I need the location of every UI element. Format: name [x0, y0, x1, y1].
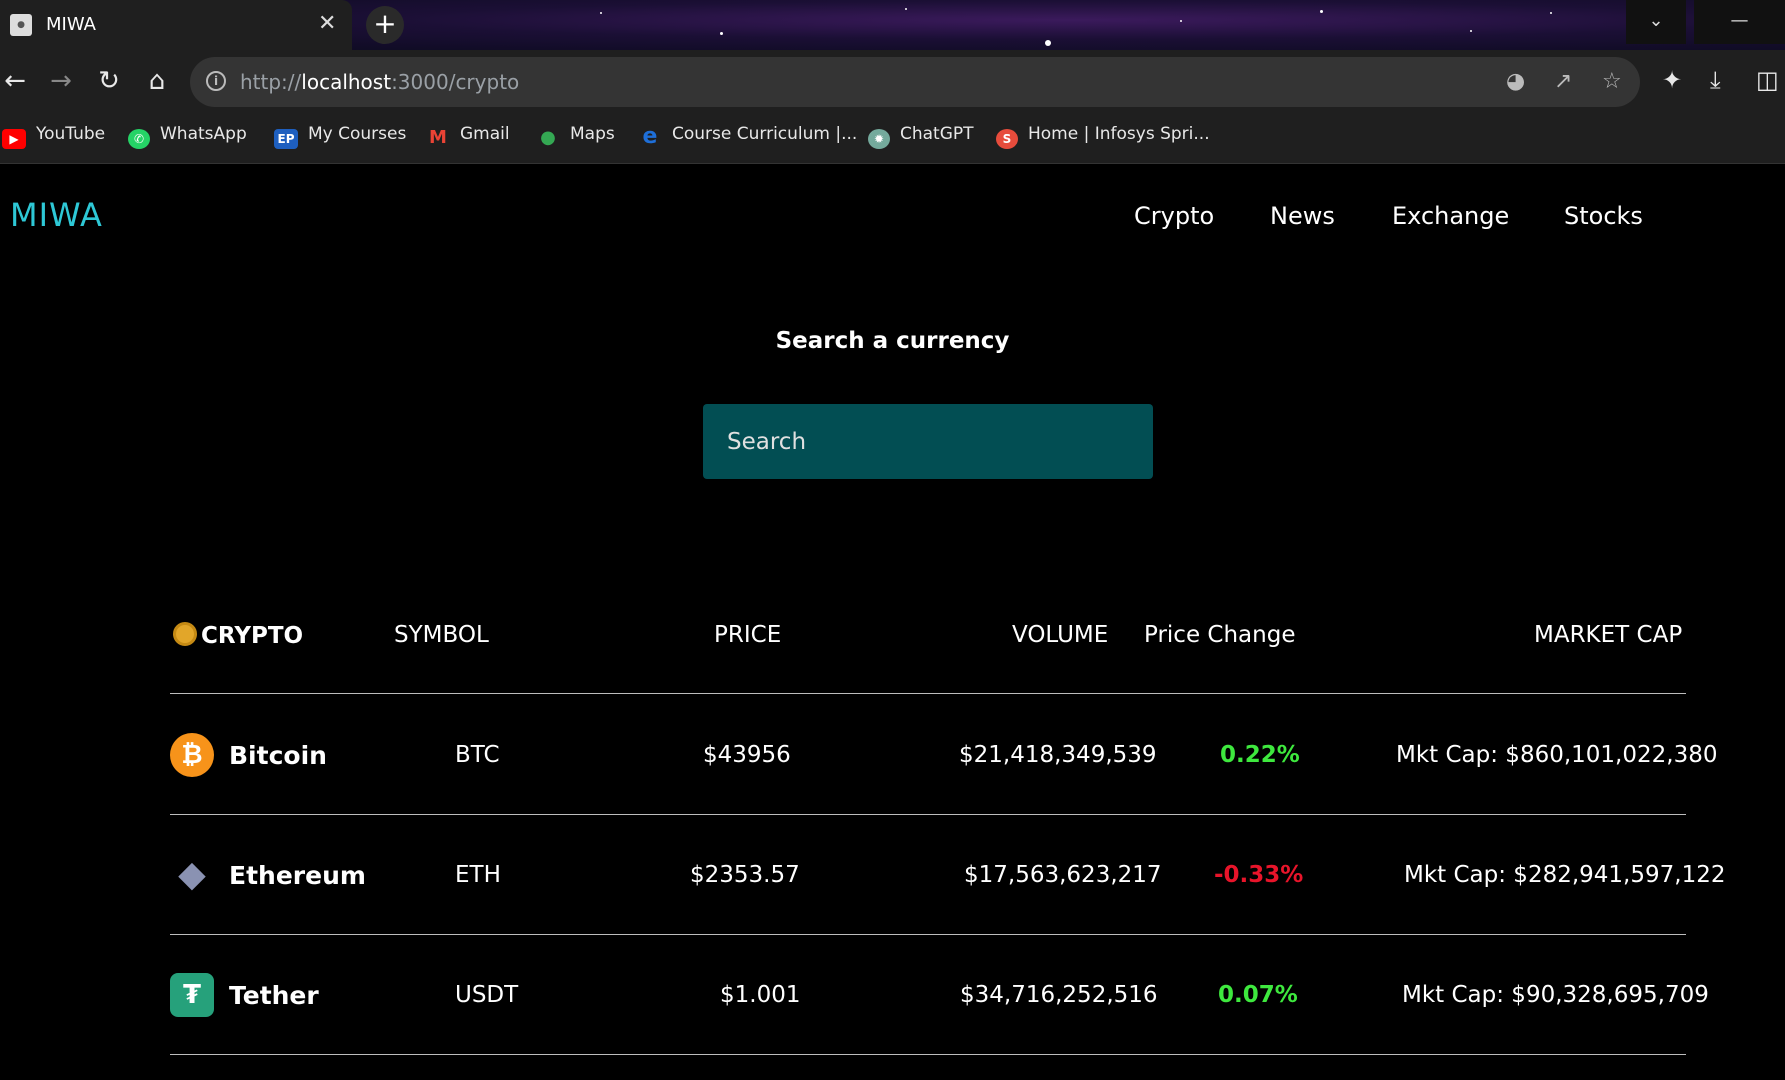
- coin-price: $2353.57: [690, 862, 800, 888]
- bitcoin-icon: ₿: [170, 733, 214, 777]
- coin-market-cap: Mkt Cap: $860,101,022,380: [1396, 742, 1718, 768]
- bookmark-infosys[interactable]: S Home | Infosys Spri...: [996, 124, 1210, 149]
- favicon-icon: ●: [10, 14, 32, 36]
- nav-crypto[interactable]: Crypto: [1134, 202, 1214, 230]
- info-icon[interactable]: i: [206, 71, 226, 91]
- row-divider: [170, 1054, 1686, 1055]
- e-icon: e: [642, 124, 658, 149]
- coin-price: $43956: [703, 742, 791, 768]
- tab-strip: ● MIWA ✕ + ⌄ —: [0, 0, 1785, 50]
- bookmark-chatgpt[interactable]: ✹ ChatGPT: [868, 124, 974, 149]
- coin-change: 0.22%: [1220, 742, 1300, 768]
- header-price[interactable]: PRICE: [714, 622, 781, 648]
- coin-name: Ethereum: [229, 861, 366, 890]
- bookmark-whatsapp[interactable]: ✆ WhatsApp: [128, 124, 247, 149]
- app-logo[interactable]: MIWA: [10, 196, 103, 234]
- coin-name: Tether: [229, 981, 319, 1010]
- chrome-divider: [0, 163, 1785, 164]
- maps-icon: ●: [540, 127, 556, 148]
- table-row[interactable]: ◆ Ethereum ETH $2353.57 $17,563,623,217 …: [0, 853, 1785, 973]
- share-icon[interactable]: ↗: [1554, 69, 1572, 94]
- coin-change: 0.07%: [1218, 982, 1298, 1008]
- coin-volume: $17,563,623,217: [964, 862, 1162, 888]
- nav-exchange[interactable]: Exchange: [1392, 202, 1509, 230]
- coin-change: -0.33%: [1214, 862, 1304, 888]
- star-icon[interactable]: ☆: [1602, 69, 1622, 94]
- tab-search-icon[interactable]: ⌄: [1626, 0, 1686, 44]
- coin-volume: $34,716,252,516: [960, 982, 1158, 1008]
- reload-icon[interactable]: ↻: [94, 66, 124, 96]
- header-volume[interactable]: VOLUME: [1012, 622, 1108, 648]
- table-row[interactable]: ₮ Tether USDT $1.001 $34,716,252,516 0.0…: [0, 973, 1785, 1080]
- browser-tab[interactable]: ● MIWA ✕: [0, 0, 352, 50]
- bookmark-maps[interactable]: ● Maps: [536, 124, 615, 148]
- table-divider: [170, 693, 1686, 694]
- address-bar[interactable]: i http://localhost:3000/crypto ◕ ↗ ☆: [190, 57, 1640, 107]
- header-market-cap[interactable]: MARKET CAP: [1534, 622, 1682, 648]
- header-symbol[interactable]: SYMBOL: [394, 622, 489, 648]
- coin-market-cap: Mkt Cap: $282,941,597,122: [1404, 862, 1726, 888]
- coin-symbol: ETH: [455, 862, 501, 888]
- bookmarks-bar: ▶ YouTube ✆ WhatsApp EP My Courses M Gmail ●…: [0, 112, 1785, 158]
- table-row[interactable]: ₿ Bitcoin BTC $43956 $21,418,349,539 0.2…: [0, 733, 1785, 853]
- bookmark-gmail[interactable]: M Gmail: [426, 124, 510, 148]
- header-price-change[interactable]: Price Change: [1144, 622, 1295, 648]
- bookmark-youtube[interactable]: ▶ YouTube: [2, 124, 105, 149]
- url-text[interactable]: http://localhost:3000/crypto: [240, 70, 519, 94]
- bookmark-my-courses[interactable]: EP My Courses: [274, 124, 406, 149]
- eye-off-icon[interactable]: ◕: [1506, 69, 1525, 94]
- coin-icon: [173, 622, 197, 646]
- coin-symbol: USDT: [455, 982, 519, 1008]
- tether-icon: ₮: [170, 973, 214, 1017]
- coin-symbol: BTC: [455, 742, 500, 768]
- back-icon[interactable]: ←: [0, 66, 30, 96]
- minimize-icon[interactable]: —: [1694, 0, 1785, 44]
- coin-volume: $21,418,349,539: [959, 742, 1157, 768]
- infosys-icon: S: [996, 129, 1018, 149]
- coin-market-cap: Mkt Cap: $90,328,695,709: [1402, 982, 1709, 1008]
- row-divider: [170, 814, 1686, 815]
- bookmark-course-curriculum[interactable]: e Course Curriculum |...: [638, 124, 858, 149]
- search-input[interactable]: [703, 404, 1153, 479]
- download-icon[interactable]: ⤓: [1710, 66, 1721, 94]
- chatgpt-icon: ✹: [868, 129, 890, 149]
- coin-price: $1.001: [720, 982, 801, 1008]
- nav-news[interactable]: News: [1270, 202, 1335, 230]
- search-heading: Search a currency: [775, 328, 1010, 354]
- ethereum-icon: ◆: [178, 854, 206, 895]
- side-panel-icon[interactable]: ◫: [1756, 66, 1779, 94]
- ep-icon: EP: [274, 129, 298, 149]
- tab-title: MIWA: [46, 14, 96, 35]
- gmail-icon: M: [429, 127, 447, 148]
- whatsapp-icon: ✆: [128, 129, 150, 149]
- row-divider: [170, 934, 1686, 935]
- new-tab-button[interactable]: +: [366, 6, 404, 44]
- nav-stocks[interactable]: Stocks: [1564, 202, 1643, 230]
- close-icon[interactable]: ✕: [318, 11, 336, 36]
- coin-name: Bitcoin: [229, 741, 327, 770]
- home-icon[interactable]: ⌂: [142, 66, 172, 96]
- youtube-icon: ▶: [2, 129, 26, 149]
- forward-icon[interactable]: →: [46, 66, 76, 96]
- extensions-icon[interactable]: ✦: [1662, 66, 1682, 94]
- header-crypto[interactable]: CRYPTO: [173, 622, 303, 649]
